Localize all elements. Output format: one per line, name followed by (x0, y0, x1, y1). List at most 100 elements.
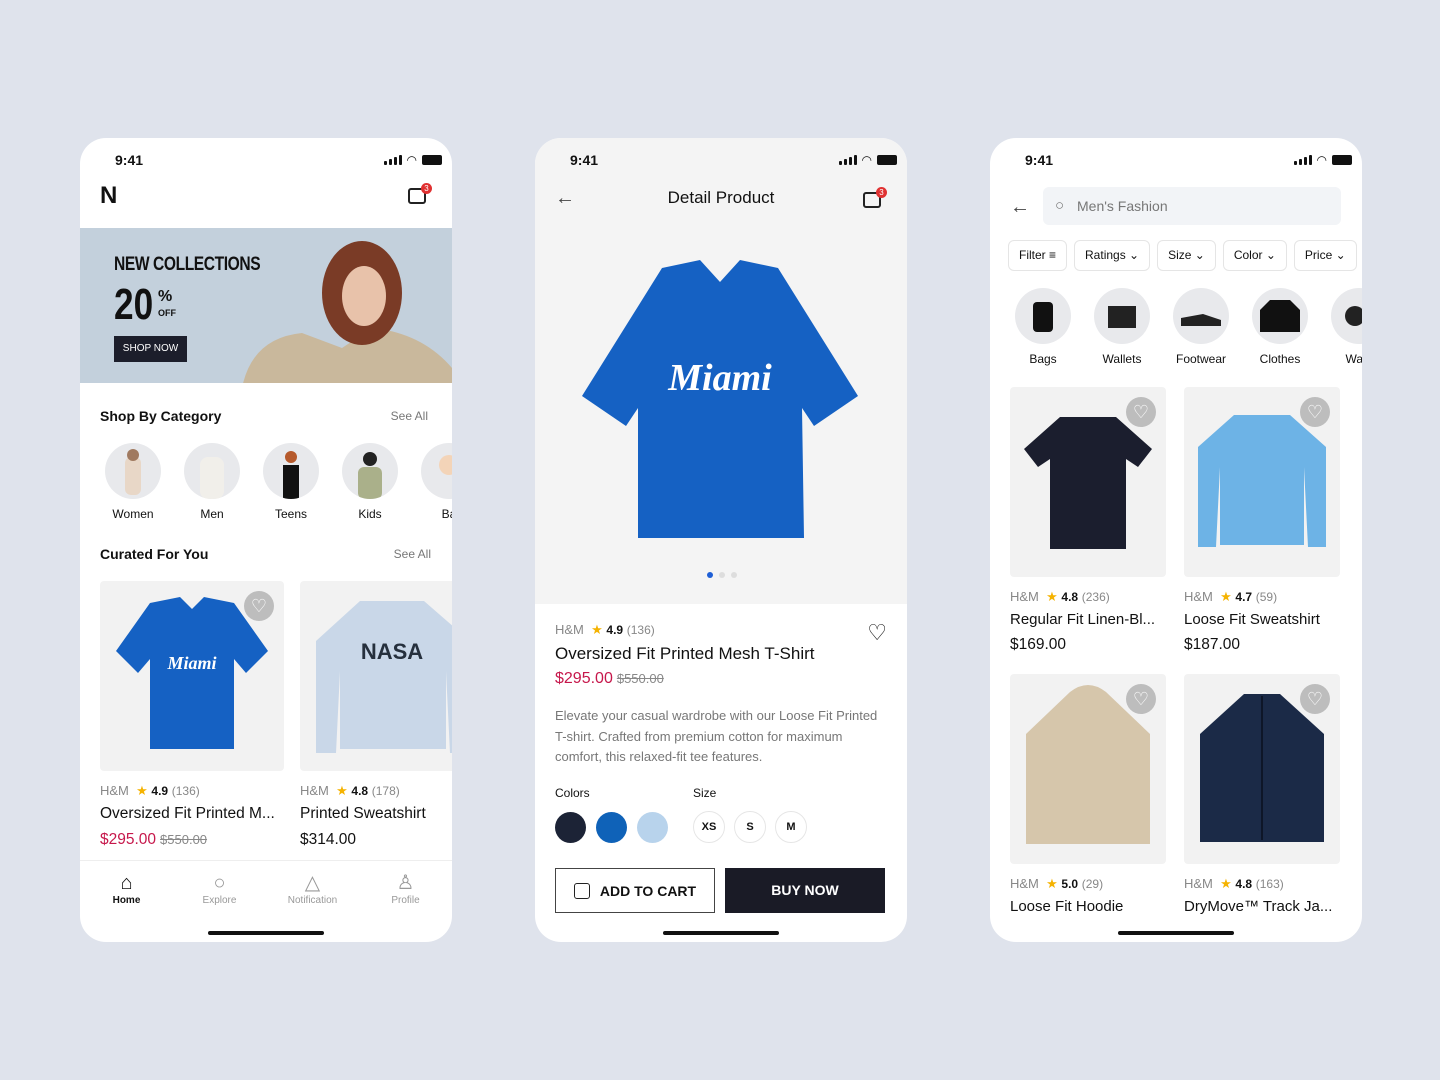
category-label: Teens (274, 507, 308, 521)
svg-text:NASA: NASA (361, 639, 423, 664)
shop-now-button[interactable]: SHOP NOW (114, 336, 187, 362)
star-icon: ★ (1046, 589, 1058, 604)
category-see-all[interactable]: See All (391, 409, 428, 423)
home-screen: 9:41 ◠ N 3 NEW COLLECTIONS 20 % OFF SHOP… (80, 138, 452, 942)
product-price: $314.00 (300, 831, 357, 848)
status-time: 9:41 (570, 152, 599, 168)
percent-sign: % (158, 288, 173, 305)
favorite-button[interactable]: ♡ (244, 591, 274, 621)
search-screen: 9:41 ◠ ← ○ Men's Fashion Filter ≡ Ratings… (990, 138, 1362, 942)
size-m[interactable]: M (775, 811, 807, 843)
off-label: OFF (158, 308, 176, 318)
category-watches[interactable]: Watc (1331, 288, 1362, 366)
search-icon: ○ (213, 872, 226, 894)
svg-text:Miami: Miami (166, 653, 216, 673)
size-dropdown[interactable]: Size ⌄ (1157, 240, 1216, 271)
add-to-cart-button[interactable]: ADD TO CART (555, 868, 715, 913)
product-meta: H&M ★ 4.7 (59) (1184, 589, 1278, 604)
product-name: Loose Fit Sweatshirt (1184, 611, 1320, 628)
product-meta: H&M ★ 5.0 (29) (1010, 876, 1104, 891)
product-card[interactable]: ♡ H&M ★ 4.8 (236) Regular Fit Linen-Bl..… (1010, 387, 1166, 654)
category-list: Women Men Teens Kids Ba (105, 443, 452, 521)
nav-profile[interactable]: ♙ Profile (359, 861, 452, 920)
star-icon: ★ (1220, 589, 1232, 604)
banner-discount: 20 (114, 280, 154, 329)
product-card[interactable]: NASA♡ H&M ★ 4.8 (178) Printed Sweatshirt… (300, 581, 452, 849)
battery-icon (422, 155, 442, 165)
price-dropdown[interactable]: Price ⌄ (1293, 240, 1357, 271)
user-icon: ♙ (396, 872, 415, 894)
cart-badge: 3 (876, 187, 887, 198)
product-card[interactable]: ♡ H&M ★ 5.0 (29) Loose Fit Hoodie (1010, 674, 1166, 915)
category-label: Men (200, 507, 224, 521)
status-bar: 9:41 ◠ (990, 138, 1362, 182)
wifi-icon: ◠ (861, 153, 872, 167)
home-indicator (1118, 931, 1234, 935)
banner-title: NEW COLLECTIONS (114, 254, 261, 275)
star-icon: ★ (336, 783, 348, 798)
favorite-button[interactable]: ♡ (1300, 684, 1330, 714)
cart-button[interactable]: 3 (861, 187, 887, 211)
size-label: Size (693, 786, 717, 800)
detail-screen: 9:41 ◠ ← Detail Product 3 Miami H&M ★ 4.… (535, 138, 907, 942)
status-time: 9:41 (1025, 152, 1054, 168)
category-baby[interactable]: Ba (421, 443, 452, 521)
search-input[interactable]: ○ Men's Fashion (1043, 187, 1341, 225)
home-indicator (208, 931, 324, 935)
product-image: NASA (316, 601, 452, 753)
category-teens[interactable]: Teens (263, 443, 319, 521)
category-wallets[interactable]: Wallets (1094, 288, 1150, 366)
curated-see-all[interactable]: See All (394, 547, 431, 561)
home-indicator (663, 931, 779, 935)
product-card[interactable]: ♡ H&M ★ 4.7 (59) Loose Fit Sweatshirt $1… (1184, 387, 1340, 654)
app-logo: N (100, 182, 117, 209)
product-card[interactable]: Miami ♡ H&M ★ 4.9 (136) Oversized Fit Pri… (100, 581, 284, 849)
nav-notification[interactable]: △ Notification (266, 861, 359, 920)
status-bar: 9:41 ◠ (80, 138, 452, 182)
bell-icon: △ (304, 872, 321, 894)
product-meta: H&M ★ 4.9 (136) (100, 783, 200, 798)
product-meta: H&M ★ 4.8 (236) (1010, 589, 1110, 604)
color-swatch-blue[interactable] (596, 812, 627, 843)
wifi-icon: ◠ (406, 153, 417, 167)
category-footwear[interactable]: Footwear (1173, 288, 1229, 366)
color-dropdown[interactable]: Color ⌄ (1222, 240, 1287, 271)
color-swatch-navy[interactable] (555, 812, 586, 843)
nav-home[interactable]: ⌂ Home (80, 861, 173, 920)
size-xs[interactable]: XS (693, 811, 725, 843)
favorite-button[interactable]: ♡ (1126, 397, 1156, 427)
signal-icon (1293, 155, 1312, 165)
product-card[interactable]: ♡ H&M ★ 4.8 (163) DryMove™ Track Ja... (1184, 674, 1340, 915)
favorite-button[interactable]: ♡ (1300, 397, 1330, 427)
status-time: 9:41 (115, 152, 144, 168)
product-name: Printed Sweatshirt (300, 805, 426, 822)
search-icon: ○ (1055, 197, 1065, 214)
product-price: $169.00 (1010, 636, 1067, 653)
product-name: Oversized Fit Printed M... (100, 805, 275, 822)
buy-now-button[interactable]: BUY NOW (725, 868, 885, 913)
product-price: $295.00 $550.00 (555, 670, 664, 687)
size-s[interactable]: S (734, 811, 766, 843)
product-description: Elevate your casual wardrobe with our Lo… (555, 708, 878, 764)
product-name: Regular Fit Linen-Bl... (1010, 611, 1156, 628)
category-kids[interactable]: Kids (342, 443, 398, 521)
back-button[interactable]: ← (1010, 196, 1030, 219)
filter-button[interactable]: Filter ≡ (1008, 240, 1068, 271)
color-swatch-light-blue[interactable] (637, 812, 668, 843)
product-name: Oversized Fit Printed Mesh T-Shirt (555, 644, 815, 663)
category-men[interactable]: Men (184, 443, 240, 521)
star-icon: ★ (591, 622, 603, 637)
category-bags[interactable]: Bags (1015, 288, 1071, 366)
category-women[interactable]: Women (105, 443, 161, 521)
colors-label: Colors (555, 786, 590, 800)
ratings-dropdown[interactable]: Ratings ⌄ (1074, 240, 1151, 271)
svg-text:Miami: Miami (667, 357, 772, 399)
battery-icon (877, 155, 897, 165)
category-clothes[interactable]: Clothes (1252, 288, 1308, 366)
nav-explore[interactable]: ○ Explore (173, 861, 266, 920)
favorite-button[interactable]: ♡ (867, 620, 887, 646)
category-list: Bags Wallets Footwear Clothes Watc (1015, 288, 1362, 366)
cart-button[interactable]: 3 (406, 183, 432, 207)
favorite-button[interactable]: ♡ (1126, 684, 1156, 714)
promo-banner[interactable]: NEW COLLECTIONS 20 % OFF SHOP NOW (80, 228, 452, 383)
